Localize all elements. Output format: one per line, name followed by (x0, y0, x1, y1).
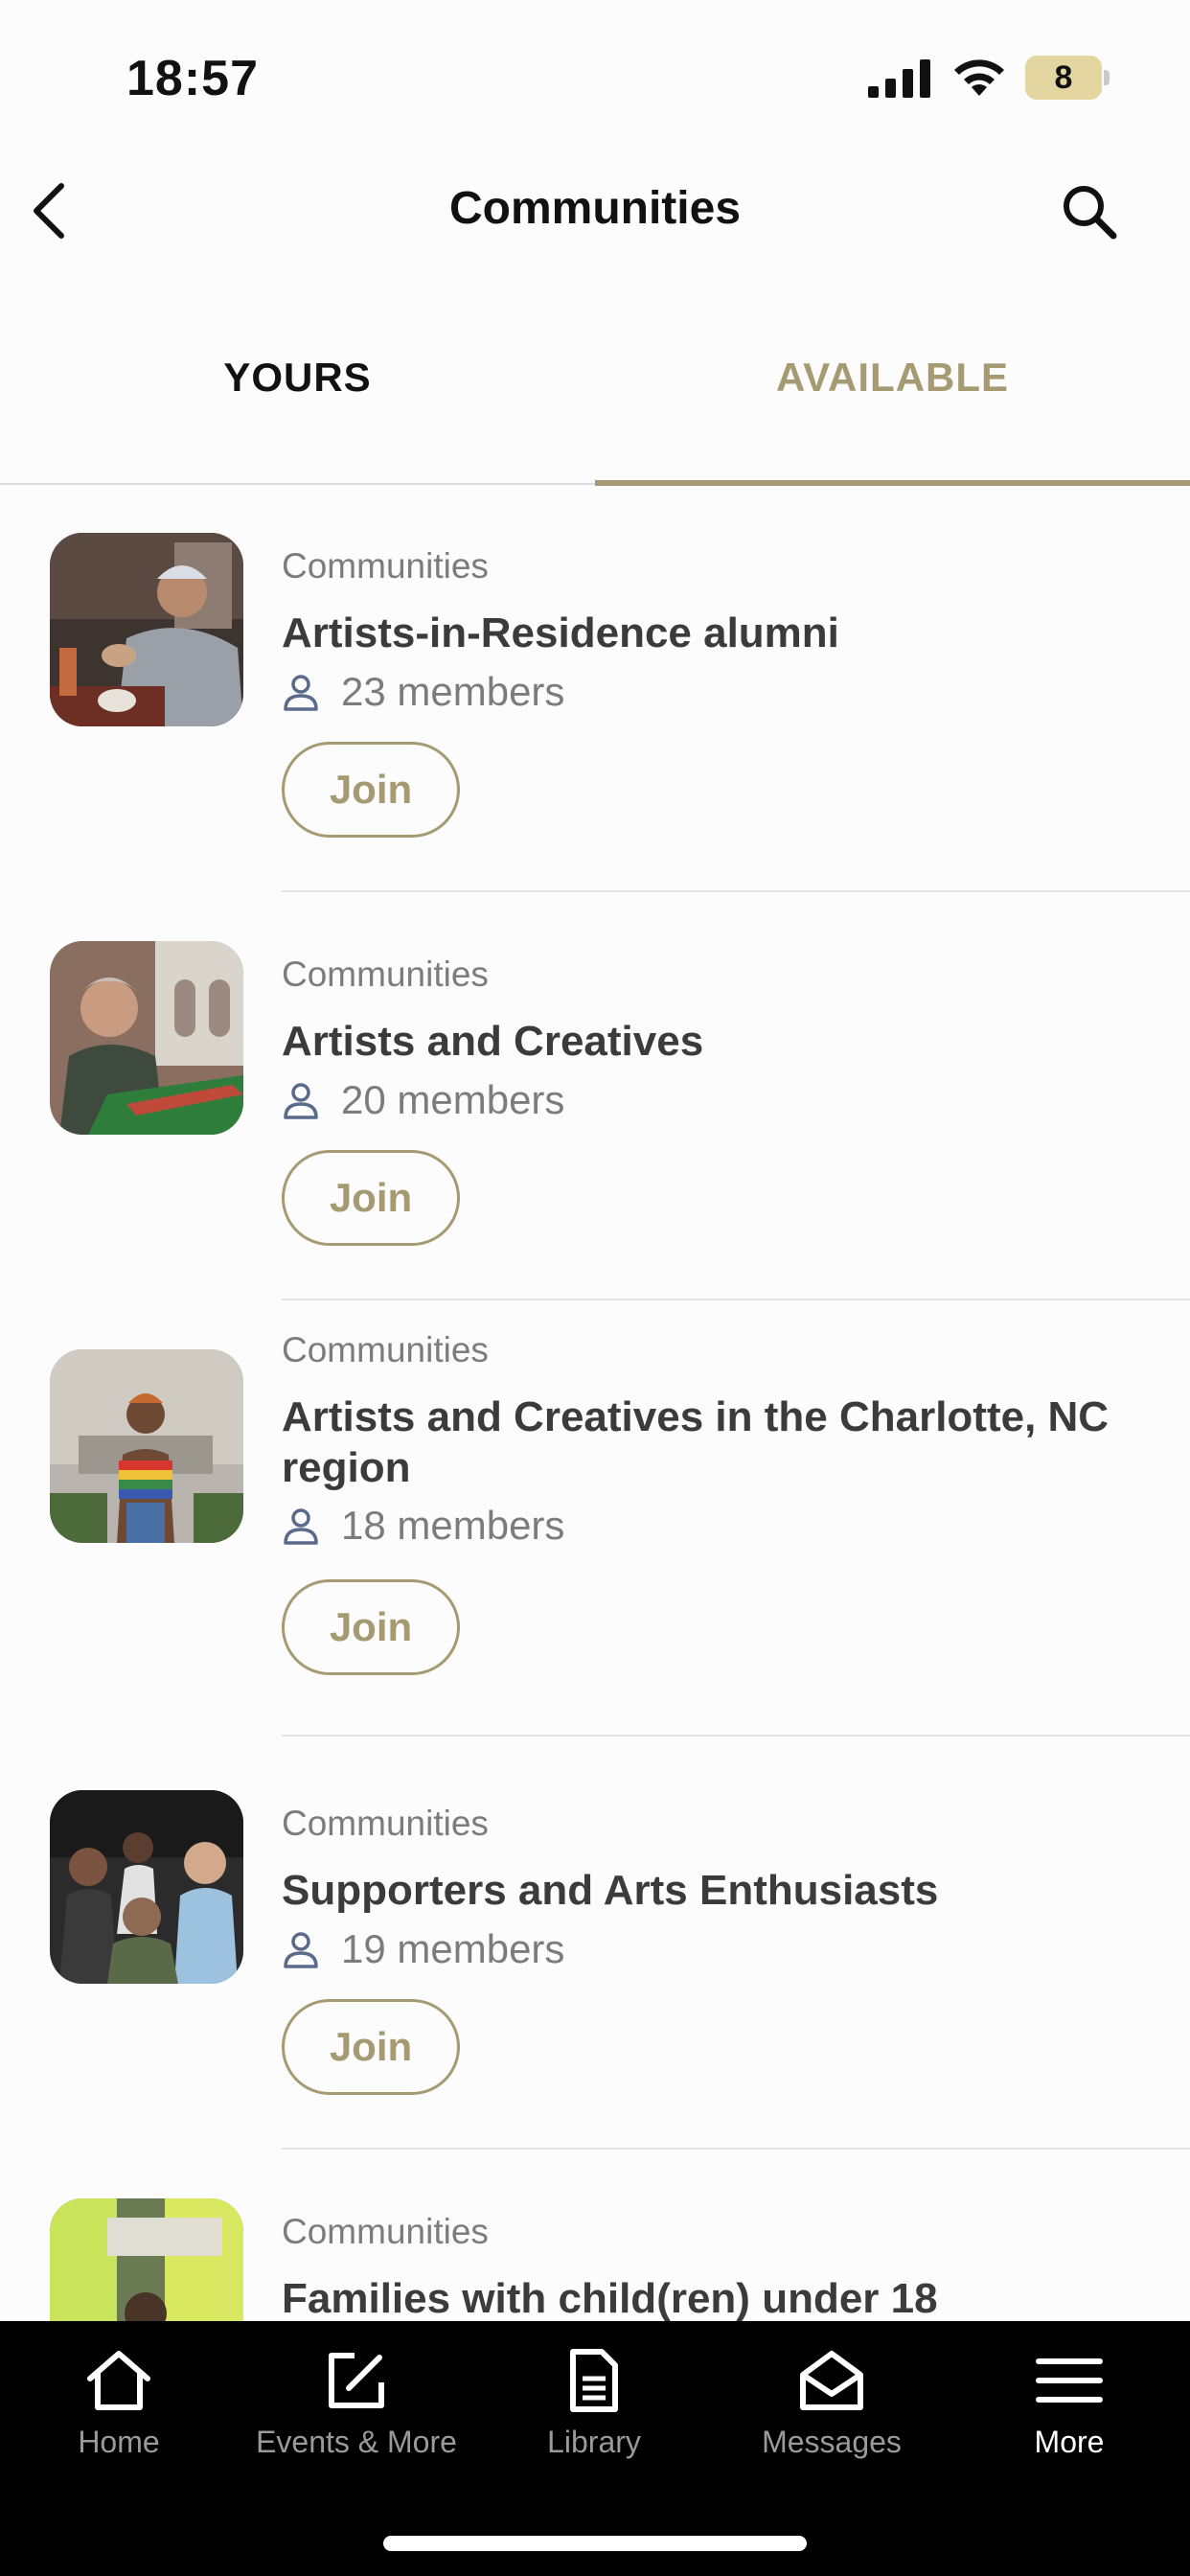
page-title: Communities (448, 183, 742, 234)
divider (282, 2148, 1190, 2150)
community-category: Communities (282, 2212, 489, 2251)
nav-more-label: More (1034, 2425, 1105, 2459)
document-icon (570, 2349, 618, 2412)
member-count-text: 23 members (341, 669, 565, 714)
cellular-signal-icon (868, 59, 930, 98)
menu-icon (1036, 2358, 1103, 2403)
community-name: Supporters and Arts Enthusiasts (282, 1867, 939, 1914)
member-count-text: 18 members (341, 1503, 565, 1548)
join-button[interactable]: Join (282, 1150, 460, 1246)
community-thumbnail (50, 1349, 243, 1543)
tab-yours[interactable]: YOURS (0, 355, 595, 401)
bottom-tab-bar: Home Events & More Library Messages More (0, 2321, 1190, 2576)
nav-more[interactable]: More (950, 2346, 1188, 2460)
join-button[interactable]: Join (282, 742, 460, 838)
community-name: Artists and Creatives in the Charlotte, … (282, 1393, 1110, 1491)
nav-library-label: Library (547, 2425, 641, 2459)
person-icon (284, 675, 318, 711)
tab-bar-top: YOURS AVAILABLE (0, 316, 1190, 486)
community-category: Communities (282, 954, 489, 994)
community-category: Communities (282, 1330, 489, 1369)
divider (282, 1299, 1190, 1300)
person-icon (284, 1932, 318, 1968)
community-name: Families with child(ren) under 18 (282, 2275, 938, 2322)
community-thumbnail (50, 533, 243, 726)
status-time: 18:57 (126, 51, 259, 106)
member-count-text: 19 members (341, 1926, 565, 1971)
join-button[interactable]: Join (282, 1579, 460, 1675)
divider (282, 890, 1190, 892)
person-icon (284, 1508, 318, 1545)
member-count: 18 members (282, 1503, 564, 1549)
nav-library[interactable]: Library (475, 2346, 713, 2460)
join-button[interactable]: Join (282, 1999, 460, 2095)
community-category: Communities (282, 546, 489, 586)
member-count-text: 20 members (341, 1077, 565, 1122)
community-category: Communities (282, 1804, 489, 1843)
status-bar: 18:57 8 (0, 0, 1190, 153)
home-indicator[interactable] (383, 2536, 807, 2551)
divider (282, 1735, 1190, 1736)
nav-header: Communities (0, 153, 1190, 268)
community-name: Artists and Creatives (282, 1018, 704, 1065)
nav-events[interactable]: Events & More (238, 2346, 475, 2460)
nav-messages-label: Messages (762, 2425, 902, 2459)
battery-icon: 8 (1025, 56, 1111, 100)
nav-messages[interactable]: Messages (713, 2346, 950, 2460)
battery-level: 8 (1054, 59, 1073, 96)
edit-icon (329, 2353, 384, 2408)
member-count: 20 members (282, 1077, 564, 1123)
member-count: 23 members (282, 669, 564, 715)
wifi-icon (954, 59, 1004, 96)
tab-available[interactable]: AVAILABLE (595, 355, 1190, 401)
member-count: 19 members (282, 1926, 564, 1972)
community-thumbnail (50, 1790, 243, 1984)
nav-home-label: Home (78, 2425, 160, 2459)
person-icon (284, 1083, 318, 1119)
envelope-icon (800, 2351, 863, 2410)
community-thumbnail (50, 941, 243, 1135)
search-icon[interactable] (1060, 182, 1119, 242)
home-icon (87, 2351, 150, 2410)
community-name: Artists-in-Residence alumni (282, 610, 839, 656)
nav-home[interactable]: Home (0, 2346, 238, 2460)
nav-events-label: Events & More (256, 2425, 457, 2459)
active-tab-indicator (595, 480, 1190, 486)
